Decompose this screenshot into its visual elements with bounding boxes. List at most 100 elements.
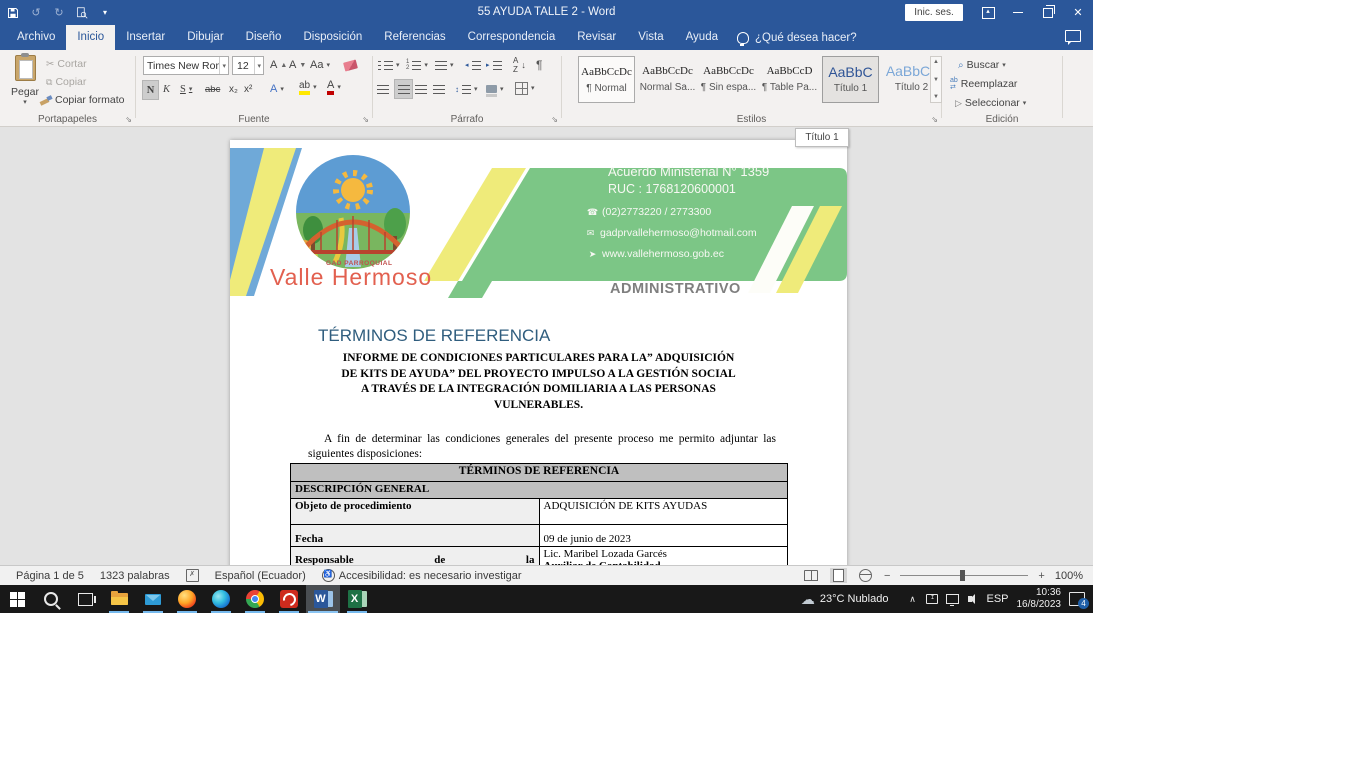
zoom-slider[interactable] — [900, 575, 1028, 576]
start-button[interactable] — [0, 585, 34, 613]
firefox-button[interactable] — [170, 585, 204, 613]
taskbar-search-button[interactable] — [34, 585, 68, 613]
comments-icon[interactable] — [1065, 30, 1081, 42]
clear-formatting-button[interactable] — [344, 56, 357, 74]
tab-inicio[interactable]: Inicio — [66, 25, 115, 50]
tab-revisar[interactable]: Revisar — [566, 25, 627, 50]
network-icon[interactable] — [942, 594, 962, 604]
grow-font-button[interactable]: A▲ — [270, 56, 287, 74]
document-page[interactable]: GAD PARROQUIAL Valle Hermoso Acuerdo Min… — [230, 140, 847, 565]
tab-archivo[interactable]: Archivo — [6, 25, 66, 50]
increase-indent-button[interactable]: ▸ — [486, 56, 502, 74]
zoom-level[interactable]: 100% — [1055, 570, 1083, 582]
line-spacing-button[interactable]: ↕▾ — [455, 80, 478, 98]
paragraph-dialog-launcher[interactable]: ⇘ — [551, 115, 558, 124]
hidden-icons-chevron[interactable]: ∧ — [902, 594, 922, 605]
style-table-paragraph[interactable]: AaBbCcD ¶ Table Pa... — [761, 56, 818, 103]
accessibility-status[interactable]: ♿ Accesibilidad: es necesario investigar — [322, 569, 522, 582]
styles-dialog-launcher[interactable]: ⇘ — [931, 115, 938, 124]
language-tray[interactable]: ESP — [986, 593, 1008, 605]
styles-scroll-down-icon[interactable]: ▼ — [933, 77, 939, 83]
numbering-button[interactable]: 12▾ — [406, 56, 428, 74]
italic-button[interactable]: K — [163, 80, 170, 98]
style-normal[interactable]: AaBbCcDc ¶ Normal — [578, 56, 635, 103]
styles-more-icon[interactable]: ▼ — [933, 94, 939, 100]
chrome-button[interactable] — [238, 585, 272, 613]
bold-button[interactable]: N — [142, 80, 159, 100]
cut-button[interactable]: ✂ Cortar — [46, 55, 87, 73]
clock[interactable]: 10:36 16/8/2023 — [1017, 587, 1062, 611]
justify-button[interactable] — [433, 80, 445, 98]
style-sin-espaciado[interactable]: AaBbCcDc ¶ Sin espa... — [700, 56, 757, 103]
align-right-button[interactable] — [415, 80, 427, 98]
tab-correspondencia[interactable]: Correspondencia — [457, 25, 567, 50]
word-count[interactable]: 1323 palabras — [100, 570, 170, 582]
excel-taskbar-button[interactable]: X — [340, 585, 374, 613]
paste-button[interactable]: Pegar ▾ — [8, 55, 42, 106]
mail-button[interactable] — [136, 585, 170, 613]
weather-widget[interactable]: 23°C Nublado — [820, 593, 889, 605]
minimize-button[interactable] — [1003, 0, 1033, 25]
language-indicator[interactable]: Español (Ecuador) — [215, 570, 306, 582]
volume-icon[interactable] — [962, 596, 982, 602]
device-tray-icon[interactable]: ↥ — [922, 594, 942, 604]
tab-ayuda[interactable]: Ayuda — [675, 25, 729, 50]
underline-button[interactable]: S▾ — [180, 80, 192, 98]
tab-referencias[interactable]: Referencias — [373, 25, 456, 50]
format-painter-button[interactable]: Copiar formato — [40, 91, 124, 109]
multilevel-list-button[interactable]: ▾ — [435, 56, 454, 74]
word-taskbar-button[interactable]: W — [306, 585, 340, 613]
style-normal-sa[interactable]: AaBbCcDc Normal Sa... — [639, 56, 696, 103]
zoom-out-button[interactable]: − — [884, 570, 890, 582]
print-layout-button[interactable] — [830, 568, 847, 583]
select-button[interactable]: ▷ Seleccionar▾ — [955, 94, 1026, 112]
strikethrough-button[interactable]: abc — [205, 80, 220, 98]
align-left-button[interactable] — [377, 80, 389, 98]
font-dialog-launcher[interactable]: ⇘ — [362, 115, 369, 124]
file-explorer-button[interactable] — [102, 585, 136, 613]
web-layout-button[interactable] — [857, 568, 874, 583]
notification-center-icon[interactable]: 4 — [1069, 592, 1085, 606]
ribbon-display-options-button[interactable]: ▴ — [973, 0, 1003, 25]
style-titulo-1[interactable]: AaBbC Título 1 — [822, 56, 879, 103]
replace-button[interactable]: ab⇄ Reemplazar — [950, 75, 1017, 93]
close-button[interactable]: ✕ — [1063, 0, 1093, 25]
clipboard-dialog-launcher[interactable]: ⇘ — [125, 115, 132, 124]
tab-insertar[interactable]: Insertar — [115, 25, 176, 50]
styles-gallery-scroll[interactable]: ▲ ▼ ▼ — [930, 56, 942, 103]
tab-diseno[interactable]: Diseño — [235, 25, 293, 50]
sign-in-button[interactable]: Inic. ses. — [905, 4, 963, 21]
font-size-combo[interactable]: 12▾ — [232, 56, 264, 75]
shading-button[interactable]: ▾ — [486, 80, 504, 98]
tab-vista[interactable]: Vista — [627, 25, 674, 50]
proofing-icon[interactable]: ✗ — [186, 569, 199, 582]
read-mode-button[interactable] — [803, 568, 820, 583]
zoom-in-button[interactable]: + — [1038, 570, 1044, 582]
align-center-button[interactable] — [394, 79, 413, 99]
highlight-button[interactable]: ab▾ — [299, 78, 317, 96]
tab-dibujar[interactable]: Dibujar — [176, 25, 234, 50]
task-view-button[interactable] — [68, 585, 102, 613]
tell-me-box[interactable]: ¿Qué desea hacer? — [729, 25, 865, 50]
font-name-combo[interactable]: Times New Roma▾ — [143, 56, 229, 75]
copy-button[interactable]: ⧉ Copiar — [46, 73, 86, 91]
superscript-button[interactable]: x² — [244, 80, 252, 98]
sort-button[interactable]: AZ↓ — [513, 56, 526, 74]
decrease-indent-button[interactable]: ◂ — [465, 56, 481, 74]
edge-button[interactable] — [204, 585, 238, 613]
styles-scroll-up-icon[interactable]: ▲ — [933, 59, 939, 65]
tab-disposicion[interactable]: Disposición — [292, 25, 373, 50]
bullets-button[interactable]: ▾ — [378, 56, 400, 74]
font-color-button[interactable]: A▾ — [327, 78, 341, 96]
shrink-font-button[interactable]: A▼ — [289, 56, 306, 74]
borders-button[interactable]: ▾ — [515, 79, 535, 97]
restore-button[interactable] — [1033, 0, 1063, 25]
acrobat-button[interactable] — [272, 585, 306, 613]
change-case-button[interactable]: Aa▾ — [310, 56, 330, 74]
zoom-slider-handle[interactable] — [960, 570, 965, 581]
text-effects-button[interactable]: A▾ — [270, 80, 284, 98]
page-indicator[interactable]: Página 1 de 5 — [16, 570, 84, 582]
subscript-button[interactable]: x₂ — [229, 80, 238, 98]
find-button[interactable]: ⌕ Buscar▾ — [958, 56, 1006, 74]
show-marks-button[interactable]: ¶ — [536, 56, 542, 74]
